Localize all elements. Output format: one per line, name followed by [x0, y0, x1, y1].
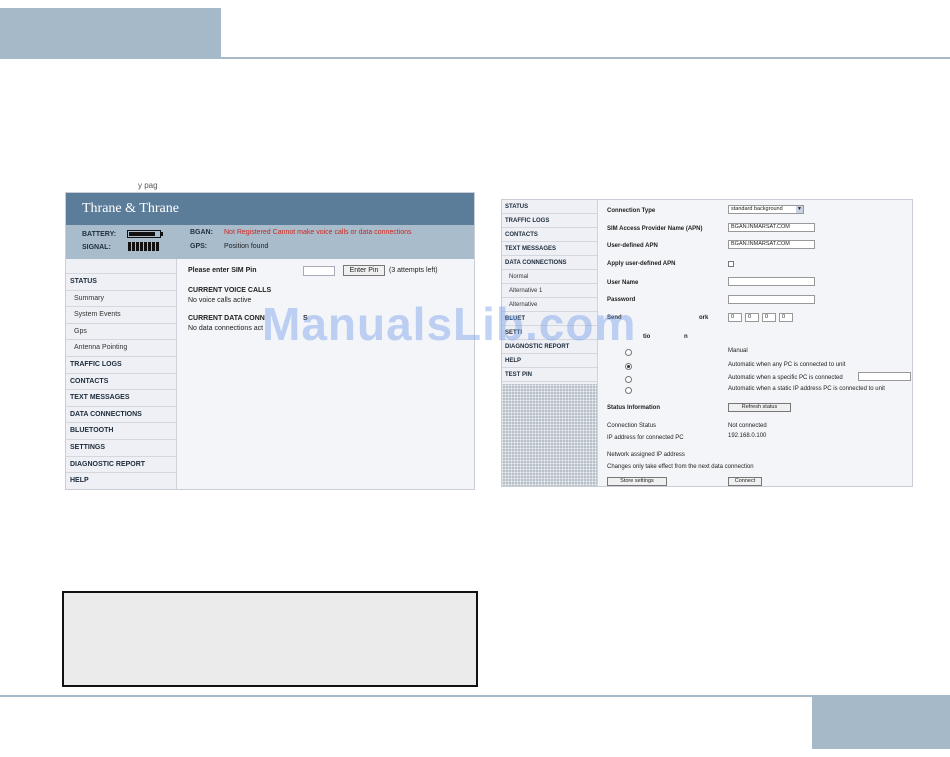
signal-bar — [140, 242, 143, 251]
nav-item-system-events[interactable]: System Events — [66, 307, 176, 324]
connection-type-select[interactable]: standard background ▼ — [728, 205, 804, 214]
clipped-body-text: y pag — [138, 181, 158, 190]
pin-prompt: Please enter SIM Pin — [188, 267, 257, 274]
username-field[interactable] — [728, 277, 815, 286]
ip-octet-3[interactable]: 0 — [762, 313, 776, 322]
signal-label: SIGNAL: — [82, 244, 111, 251]
changes-note: Changes only take effect from the next d… — [607, 464, 754, 470]
activation-option-label: Manual — [728, 348, 748, 354]
nav-item-text-messages[interactable]: TEXT MESSAGES — [66, 390, 176, 407]
apn-field[interactable]: BGAN.INMARSAT.COM — [728, 223, 815, 232]
user-apn-field[interactable]: BGAN.INMARSAT.COM — [728, 240, 815, 249]
dns-label-tail: ork — [699, 315, 709, 321]
nav-item-diagnostic-report[interactable]: DIAGNOSTIC REPORT — [66, 457, 176, 474]
signal-bar — [144, 242, 147, 251]
activation-radio-4[interactable] — [625, 387, 632, 394]
bgan-status: Not Registered Cannot make voice calls o… — [224, 229, 412, 236]
voice-calls-heading: CURRENT VOICE CALLS — [188, 287, 272, 294]
status-bar: BATTERY: SIGNAL: BGAN: Not Registered Ca… — [66, 225, 474, 259]
battery-label: BATTERY: — [82, 231, 117, 238]
activation-option-label: Automatic when a specific PC is connecte… — [728, 375, 843, 381]
banner: Thrane & Thrane — [66, 193, 474, 225]
nav-item-text-messages[interactable]: TEXT MESSAGES — [502, 242, 597, 256]
footer-rule — [0, 695, 950, 697]
signal-bar — [128, 242, 131, 251]
battery-icon — [127, 230, 163, 238]
nav-item-traffic-logs[interactable]: TRAFFIC LOGS — [66, 357, 176, 374]
data-connection-form: Connection Type standard background ▼ SIM… — [598, 200, 912, 486]
activation-option-label: Automatic when any PC is connected to un… — [728, 362, 846, 368]
ip-octet-1[interactable]: 0 — [728, 313, 742, 322]
signal-bar — [136, 242, 139, 251]
connect-button[interactable]: Connect — [728, 477, 762, 486]
data-connections-heading: CURRENT DATA CONN — [188, 315, 265, 322]
nav-item-test-pin[interactable]: TEST PIN — [502, 368, 597, 382]
signal-bar — [156, 242, 159, 251]
attempts-left: (3 attempts left) — [389, 267, 438, 274]
gps-status: Position found — [224, 243, 269, 250]
signal-strength-icon — [128, 242, 159, 251]
nav-item-status[interactable]: STATUS — [66, 274, 176, 291]
data-connections-value: No data connections act — [188, 325, 264, 332]
sim-pin-input[interactable] — [303, 266, 335, 276]
connection-status-value: Not connected — [728, 423, 767, 429]
nav-item-help[interactable]: HELP — [502, 354, 597, 368]
nav-item-contacts[interactable]: CONTACTS — [66, 374, 176, 391]
connection-type-label: Connection Type — [607, 208, 656, 214]
nav-item-gps[interactable]: Gps — [66, 324, 176, 341]
nav-item-help[interactable]: HELP — [66, 473, 176, 489]
activation-radio-2[interactable] — [625, 363, 632, 370]
network-ip-label: Network assigned IP address — [607, 452, 685, 458]
nav-pattern — [502, 384, 597, 486]
activation-radio-3[interactable] — [625, 376, 632, 383]
ip-pc-value: 192.168.0.100 — [728, 433, 767, 439]
header-tab — [0, 8, 221, 58]
chevron-down-icon: ▼ — [796, 206, 803, 213]
apply-apn-checkbox[interactable] — [728, 261, 734, 267]
nav-item-alternative-1[interactable]: Alternative 1 — [502, 284, 597, 298]
apply-apn-label: Apply user-defined APN — [607, 261, 676, 267]
nav-item-settings[interactable]: SETTINGS — [66, 440, 176, 457]
store-settings-button[interactable]: Store settings — [607, 477, 667, 486]
status-info-label: Status Information — [607, 405, 661, 411]
nav-item-traffic-logs[interactable]: TRAFFIC LOGS — [502, 214, 597, 228]
footer-tab — [812, 697, 950, 749]
refresh-status-button[interactable]: Refresh status — [728, 403, 791, 412]
apn-label: SIM Access Provider Name (APN) — [607, 226, 703, 232]
watermark: ManualsLib.com — [262, 298, 637, 350]
nav-item-summary[interactable]: Summary — [66, 291, 176, 308]
specific-pc-field[interactable] — [858, 372, 911, 381]
ip-octet-2[interactable]: 0 — [745, 313, 759, 322]
activation-label: tio — [643, 334, 651, 340]
voice-calls-value: No voice calls active — [188, 297, 252, 304]
signal-bar — [132, 242, 135, 251]
bgan-label: BGAN: — [190, 229, 213, 236]
note-box — [62, 591, 478, 687]
user-apn-label: User-defined APN — [607, 243, 658, 249]
status-content: Please enter SIM Pin Enter Pin (3 attemp… — [177, 259, 474, 489]
username-label: User Name — [607, 280, 639, 286]
signal-bar — [148, 242, 151, 251]
nav-item-data-connections[interactable]: DATA CONNECTIONS — [66, 407, 176, 424]
activation-option-label: Automatic when a static IP address PC is… — [728, 386, 885, 392]
nav-item-contacts[interactable]: CONTACTS — [502, 228, 597, 242]
nav-item-normal[interactable]: Normal — [502, 270, 597, 284]
header-rule — [0, 57, 950, 59]
connection-status-label: Connection Status — [607, 423, 657, 429]
left-navigation: STATUS Summary System Events Gps Antenna Poi… — [66, 259, 177, 489]
ip-octet-4[interactable]: 0 — [779, 313, 793, 322]
nav-item-antenna-pointing[interactable]: Antenna Pointing — [66, 340, 176, 357]
enter-pin-button[interactable]: Enter Pin — [343, 265, 385, 276]
nav-item-bluetooth[interactable]: BLUETOOTH — [66, 423, 176, 440]
nav-item-status[interactable]: STATUS — [502, 200, 597, 214]
ip-pc-label: IP address for connected PC — [607, 435, 684, 441]
nav-item-data-connections[interactable]: DATA CONNECTIONS — [502, 256, 597, 270]
activation-label-tail: n — [684, 334, 688, 340]
signal-bar — [152, 242, 155, 251]
gps-label: GPS: — [190, 243, 208, 250]
password-field[interactable] — [728, 295, 815, 304]
thrane-logo: Thrane & Thrane — [82, 201, 179, 216]
